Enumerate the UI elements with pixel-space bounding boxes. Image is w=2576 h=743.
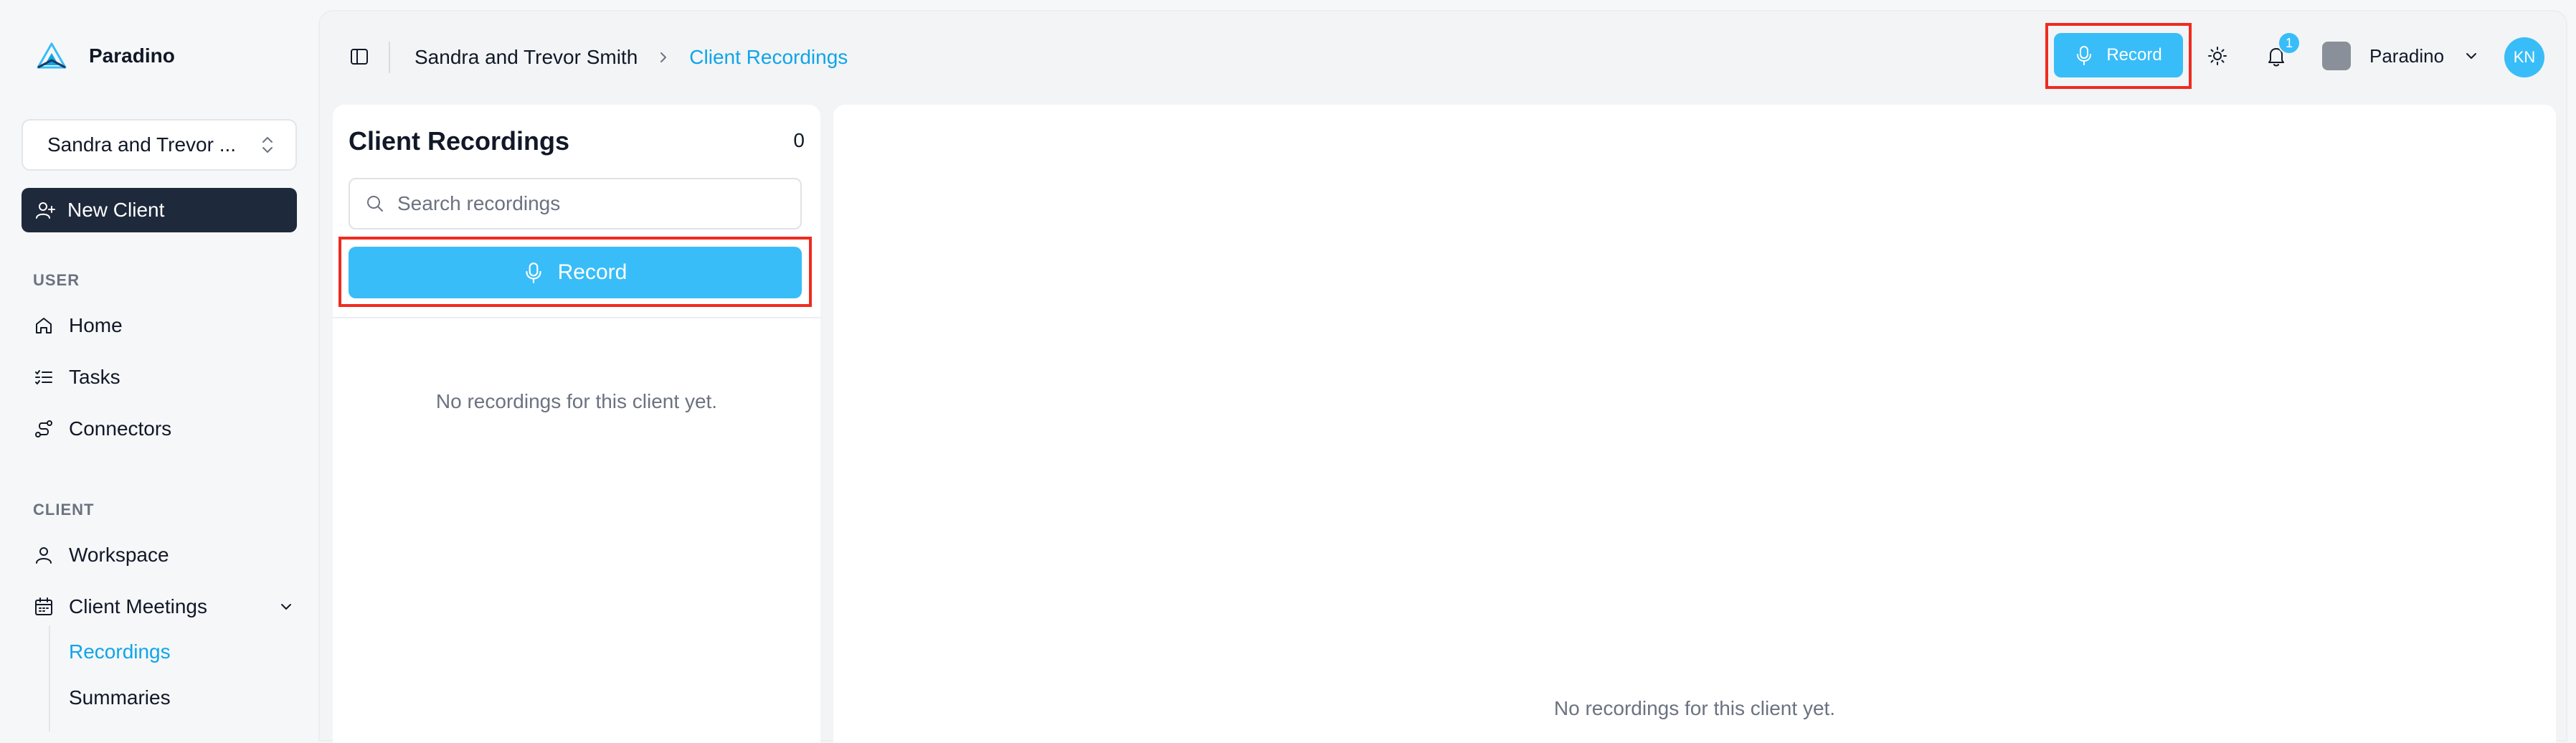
recordings-count: 0 [793, 129, 805, 151]
recordings-list-panel: Client Recordings 0 Record No recordings… [333, 105, 820, 743]
list-divider [333, 317, 820, 318]
recording-detail-panel: No recordings for this client yet. [833, 105, 2556, 743]
search-field[interactable] [349, 178, 802, 229]
recordings-empty-message: No recordings for this client yet. [435, 390, 718, 412]
organization-avatar [2322, 42, 2351, 70]
search-icon [364, 193, 386, 214]
breadcrumb-client[interactable]: Sandra and Trevor Smith [415, 46, 638, 69]
chevrons-up-down-icon [260, 134, 275, 156]
record-button-label: Record [2106, 45, 2162, 65]
sidebar-item-label: Client Meetings [69, 595, 207, 617]
user-avatar[interactable]: KN [2504, 37, 2544, 77]
submenu-guide-line [49, 625, 50, 732]
notification-count-badge: 1 [2278, 32, 2301, 55]
sidebar-item-tasks[interactable]: Tasks [33, 359, 295, 396]
list-checks-icon [33, 366, 55, 388]
recordings-panel-title: Client Recordings [349, 126, 570, 156]
organization-name: Paradino [2369, 44, 2445, 67]
user-icon [33, 544, 55, 566]
microphone-icon [2075, 44, 2093, 66]
sidebar-item-label: Connectors [69, 417, 172, 440]
new-client-button[interactable]: New Client [22, 188, 297, 232]
record-button-list[interactable]: Record [349, 247, 802, 298]
detail-empty-message: No recordings for this client yet. [1553, 697, 1836, 719]
client-section-label: CLIENT [33, 501, 95, 519]
breadcrumb-current-page: Client Recordings [689, 46, 848, 68]
search-input[interactable] [397, 192, 786, 215]
main-area: Sandra and Trevor Smith Client Recording… [318, 10, 2567, 743]
sidebar-item-home[interactable]: Home [33, 307, 295, 344]
microphone-icon [524, 261, 544, 284]
theme-toggle-button[interactable] [2202, 40, 2233, 72]
sidebar-item-client-meetings[interactable]: Client Meetings [33, 588, 295, 625]
new-client-label: New Client [67, 199, 165, 221]
breadcrumb: Sandra and Trevor Smith Client Recording… [415, 42, 848, 73]
topbar: Sandra and Trevor Smith Client Recording… [320, 11, 2566, 105]
calendar-icon [33, 596, 55, 617]
home-icon [33, 315, 55, 336]
route-icon [33, 418, 55, 440]
chevron-right-icon [656, 49, 671, 66]
sidebar-item-label: Tasks [69, 366, 120, 388]
sidebar-toggle-icon[interactable] [349, 46, 370, 67]
paradino-logo-icon [36, 42, 67, 70]
organization-switcher[interactable]: Paradino [2322, 39, 2480, 73]
brand[interactable]: Paradino [36, 40, 175, 72]
sidebar-item-label: Workspace [69, 544, 169, 566]
user-section-label: USER [33, 271, 80, 289]
sidebar-subitem-recordings[interactable]: Recordings [69, 635, 171, 668]
record-button-header[interactable]: Record [2054, 33, 2183, 77]
brand-name: Paradino [89, 44, 175, 67]
sidebar: Paradino Sandra and Trevor ... New Clien… [0, 0, 317, 732]
sidebar-item-label: Home [69, 314, 123, 336]
sidebar-item-workspace[interactable]: Workspace [33, 536, 295, 574]
sun-icon [2207, 45, 2228, 67]
client-selector-value: Sandra and Trevor ... [47, 133, 237, 156]
chevron-down-icon[interactable] [277, 597, 295, 616]
sidebar-subitem-summaries[interactable]: Summaries [69, 681, 171, 714]
topbar-divider [389, 42, 390, 73]
user-plus-icon [34, 199, 56, 221]
record-button-label: Record [557, 260, 628, 284]
sidebar-item-connectors[interactable]: Connectors [33, 410, 295, 448]
chevron-down-icon [2463, 47, 2480, 65]
client-selector[interactable]: Sandra and Trevor ... [22, 119, 297, 171]
